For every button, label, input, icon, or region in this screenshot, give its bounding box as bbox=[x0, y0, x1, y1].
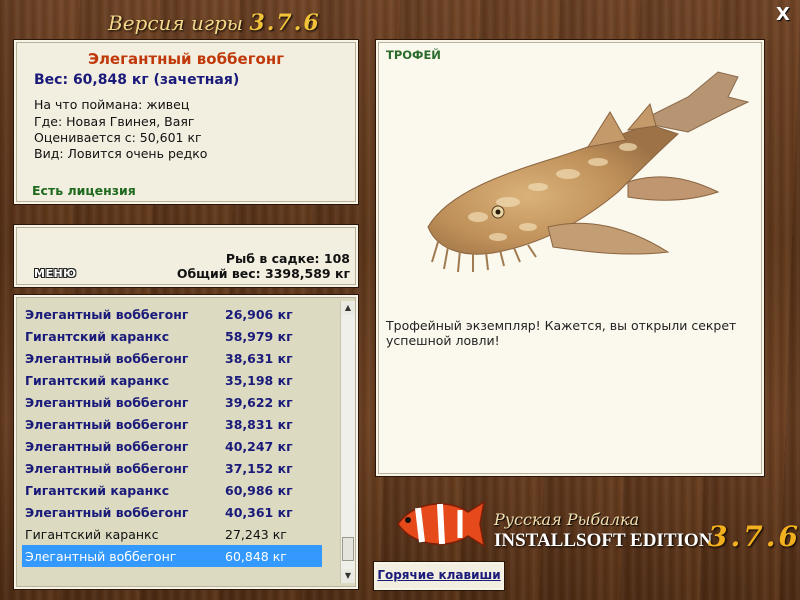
close-icon: X bbox=[776, 4, 790, 25]
catch-row-weight: 27,243 кг bbox=[225, 527, 287, 542]
catch-row[interactable]: Элегантный воббегонг 37,152 кг bbox=[22, 457, 322, 479]
logo-edition: INSTALLSOFT EDITION bbox=[494, 530, 713, 551]
catch-row-weight: 38,831 кг bbox=[225, 417, 293, 432]
catch-row-weight: 37,152 кг bbox=[225, 461, 293, 476]
catch-row[interactable]: Элегантный воббегонг 39,622 кг bbox=[22, 391, 322, 413]
scroll-thumb[interactable] bbox=[342, 537, 354, 561]
list-scrollbar[interactable]: ▲ ▼ bbox=[340, 301, 355, 583]
catch-row-name: Гигантский каранкс bbox=[25, 373, 170, 388]
catch-row-name: Элегантный воббегонг bbox=[25, 439, 189, 454]
catch-row-name: Элегантный воббегонг bbox=[25, 417, 189, 432]
catch-row[interactable]: Гигантский каранкс 27,243 кг bbox=[22, 523, 322, 545]
catch-rows: Элегантный воббегонг 26,906 кг Гигантский … bbox=[22, 303, 322, 567]
catch-row-weight: 40,361 кг bbox=[225, 505, 293, 520]
catch-row-weight: 26,906 кг bbox=[225, 307, 293, 322]
fish-info-panel: Элегантный воббегонг Вес: 60,848 кг (зач… bbox=[14, 40, 358, 204]
catch-row-weight: 60,848 кг bbox=[225, 549, 287, 564]
logo-fish-icon bbox=[397, 500, 486, 548]
info-rarity: Вид: Ловится очень редко bbox=[34, 146, 208, 161]
fish-count: Рыб в садке: 108 bbox=[225, 251, 350, 266]
catch-row[interactable]: Гигантский каранкс 35,198 кг bbox=[22, 369, 322, 391]
keepnet-stats-panel: МЕНЮ Рыб в садке: 108 Общий вес: 3398,58… bbox=[14, 225, 358, 287]
trophy-panel: ТРОФЕЙ Трофейный экземпляр! Кажется, вы … bbox=[376, 40, 764, 476]
trophy-message: Трофейный экземпляр! Кажется, вы открыли… bbox=[386, 318, 737, 348]
catch-row[interactable]: Гигантский каранкс 60,986 кг bbox=[22, 479, 322, 501]
title-version: 3.7.6 bbox=[249, 10, 321, 36]
hotkeys-button[interactable]: Горячие клавиши bbox=[374, 562, 504, 590]
catch-row-name: Элегантный воббегонг bbox=[25, 461, 189, 476]
catch-row[interactable]: Элегантный воббегонг 38,831 кг bbox=[22, 413, 322, 435]
close-button[interactable]: X bbox=[774, 6, 792, 24]
catch-row[interactable]: Элегантный воббегонг 60,848 кг bbox=[22, 545, 322, 567]
catch-row-weight: 58,979 кг bbox=[225, 329, 293, 344]
catch-row[interactable]: Гигантский каранкс 58,979 кг bbox=[22, 325, 322, 347]
logo-title: Русская Рыбалка bbox=[494, 510, 640, 529]
catch-row-name: Элегантный воббегонг bbox=[25, 307, 189, 322]
logo-version: 3.7.6 bbox=[708, 520, 800, 553]
scroll-up-icon[interactable]: ▲ bbox=[341, 301, 355, 315]
catch-row-weight: 38,631 кг bbox=[225, 351, 293, 366]
fish-name: Элегантный воббегонг bbox=[87, 50, 285, 68]
catch-row[interactable]: Элегантный воббегонг 40,361 кг bbox=[22, 501, 322, 523]
catch-row-name: Элегантный воббегонг bbox=[25, 549, 177, 564]
catch-row-weight: 40,247 кг bbox=[225, 439, 293, 454]
info-bait: На что поймана: живец bbox=[34, 97, 190, 112]
catch-row-name: Гигантский каранкс bbox=[25, 329, 170, 344]
info-rating: Оценивается с: 50,601 кг bbox=[34, 130, 202, 145]
catch-list[interactable]: Элегантный воббегонг 26,906 кг Гигантский … bbox=[14, 295, 358, 589]
catch-row-name: Элегантный воббегонг bbox=[25, 351, 189, 366]
catch-row-weight: 60,986 кг bbox=[225, 483, 293, 498]
info-location: Где: Новая Гвинея, Ваяг bbox=[34, 114, 195, 129]
catch-row-weight: 35,198 кг bbox=[225, 373, 293, 388]
menu-button[interactable]: МЕНЮ bbox=[34, 267, 77, 280]
fish-weight: Вес: 60,848 кг (зачетная) bbox=[34, 72, 240, 88]
catch-row[interactable]: Элегантный воббегонг 40,247 кг bbox=[22, 435, 322, 457]
catch-row-name: Гигантский каранкс bbox=[25, 527, 159, 542]
catch-row-weight: 39,622 кг bbox=[225, 395, 293, 410]
window-title: Версия игры 3.7.6 bbox=[108, 10, 321, 36]
scroll-down-icon[interactable]: ▼ bbox=[341, 569, 355, 583]
wobbegong-image bbox=[427, 71, 750, 273]
catch-row[interactable]: Элегантный воббегонг 38,631 кг bbox=[22, 347, 322, 369]
catch-row-name: Элегантный воббегонг bbox=[25, 505, 189, 520]
license-status: Есть лицензия bbox=[32, 183, 136, 198]
title-text: Версия игры bbox=[108, 11, 244, 35]
total-weight: Общий вес: 3398,589 кг bbox=[176, 266, 350, 281]
catch-row-name: Элегантный воббегонг bbox=[25, 395, 189, 410]
catch-row[interactable]: Элегантный воббегонг 26,906 кг bbox=[22, 303, 322, 325]
catch-row-name: Гигантский каранкс bbox=[25, 483, 170, 498]
